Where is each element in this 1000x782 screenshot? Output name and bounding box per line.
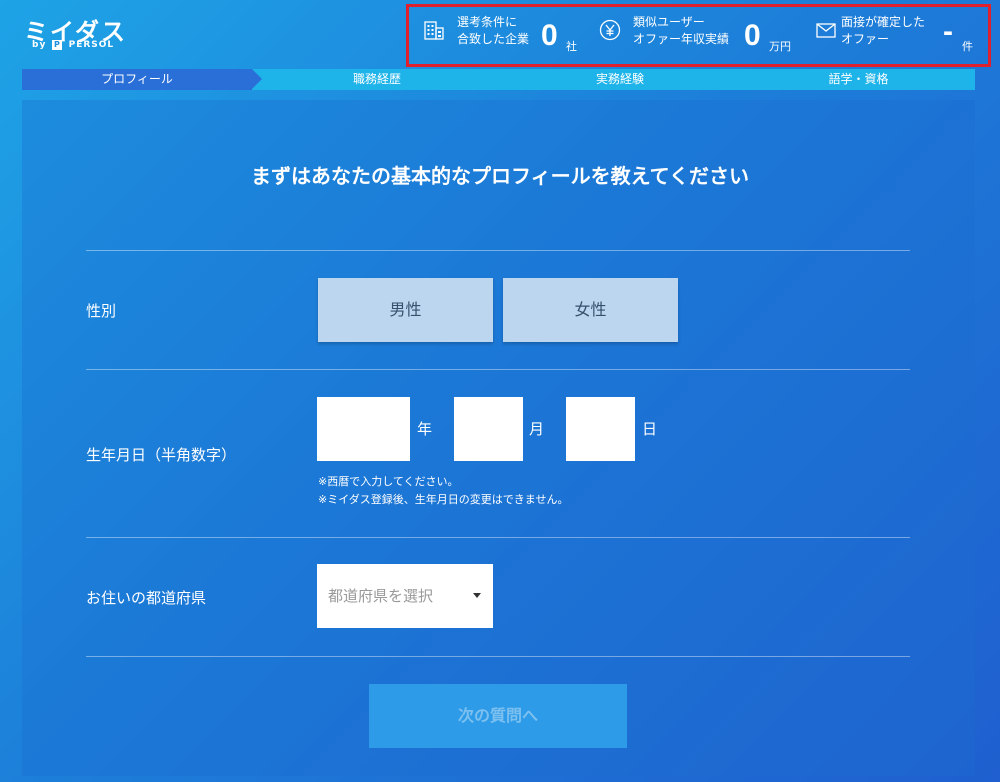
month-unit: 月 bbox=[529, 420, 545, 438]
divider bbox=[86, 656, 910, 657]
page-title: まずはあなたの基本的なプロフィールを教えてください bbox=[251, 164, 749, 188]
birth-month-input[interactable] bbox=[454, 397, 523, 461]
caret-down-icon bbox=[473, 593, 481, 598]
stat-label: 面接が確定した オファー bbox=[841, 14, 925, 48]
stat-interview-offers[interactable]: 面接が確定した オファー - 件 bbox=[815, 7, 985, 64]
stat-label: 類似ユーザー オファー年収実績 bbox=[633, 14, 729, 48]
divider bbox=[86, 537, 910, 538]
stat-unit: 万円 bbox=[769, 40, 791, 53]
miidas-logo[interactable]: ミイダス by P PERSOL bbox=[24, 12, 127, 50]
stat-unit: 件 bbox=[962, 40, 973, 53]
stat-label-line2: 合致した企業 bbox=[457, 32, 530, 46]
stat-value: 0 bbox=[744, 19, 761, 52]
stat-value: - bbox=[943, 15, 953, 48]
progress-steps: プロフィール 職務経歴 実務経験 語学・資格 bbox=[22, 69, 975, 90]
birthdate-label: 生年月日（半角数字） bbox=[86, 446, 237, 464]
stat-value: 0 bbox=[541, 19, 558, 52]
stat-label-line1: 類似ユーザー bbox=[633, 15, 705, 29]
stat-label: 選考条件に 合致した企業 bbox=[457, 14, 529, 48]
step-work-history: 職務経歴 bbox=[352, 72, 401, 86]
year-unit: 年 bbox=[417, 420, 433, 438]
stat-label-line1: 面接が確定した bbox=[841, 15, 926, 29]
logo-sub: by P PERSOL bbox=[32, 40, 114, 50]
gender-male-button[interactable]: 男性 bbox=[318, 278, 493, 342]
prefecture-label: お住いの都道府県 bbox=[86, 589, 207, 607]
persol-icon: P bbox=[52, 40, 63, 50]
step-profile: プロフィール bbox=[22, 69, 262, 90]
step-language-qualification: 語学・資格 bbox=[828, 72, 889, 86]
stat-offer-salary[interactable]: 類似ユーザー オファー年収実績 0 万円 bbox=[599, 7, 794, 64]
logo-by: by bbox=[32, 40, 47, 50]
divider bbox=[86, 369, 910, 370]
prefecture-placeholder: 都道府県を選択 bbox=[328, 587, 434, 605]
birthdate-note-1: ※西暦で入力してください。 bbox=[318, 475, 459, 488]
stat-label-line2: オファー年収実績 bbox=[633, 32, 730, 46]
prefecture-select[interactable]: 都道府県を選択 bbox=[317, 564, 493, 628]
gender-label: 性別 bbox=[86, 302, 117, 320]
yen-icon bbox=[599, 19, 621, 41]
mail-icon bbox=[816, 23, 836, 38]
next-question-button[interactable]: 次の質問へ bbox=[369, 684, 627, 748]
header: ミイダス by P PERSOL 選考条件に 合致した企業 0 社 類似ユーザー… bbox=[0, 0, 1000, 68]
stat-label-line2: オファー bbox=[841, 32, 890, 46]
stat-label-line1: 選考条件に bbox=[457, 15, 518, 29]
logo-brand: PERSOL bbox=[68, 40, 115, 50]
gender-female-button[interactable]: 女性 bbox=[503, 278, 678, 342]
step-work-experience: 実務経験 bbox=[595, 72, 644, 86]
stat-matching-companies[interactable]: 選考条件に 合致した企業 0 社 bbox=[423, 7, 593, 64]
day-unit: 日 bbox=[642, 420, 658, 438]
building-icon bbox=[424, 21, 444, 40]
birth-year-input[interactable] bbox=[317, 397, 410, 461]
divider bbox=[86, 250, 910, 251]
birthdate-note-2: ※ミイダス登録後、生年月日の変更はできません。 bbox=[318, 493, 569, 506]
birth-day-input[interactable] bbox=[566, 397, 635, 461]
stat-unit: 社 bbox=[566, 40, 577, 53]
stats-summary: 選考条件に 合致した企業 0 社 類似ユーザー オファー年収実績 0 万円 面接… bbox=[406, 4, 991, 67]
